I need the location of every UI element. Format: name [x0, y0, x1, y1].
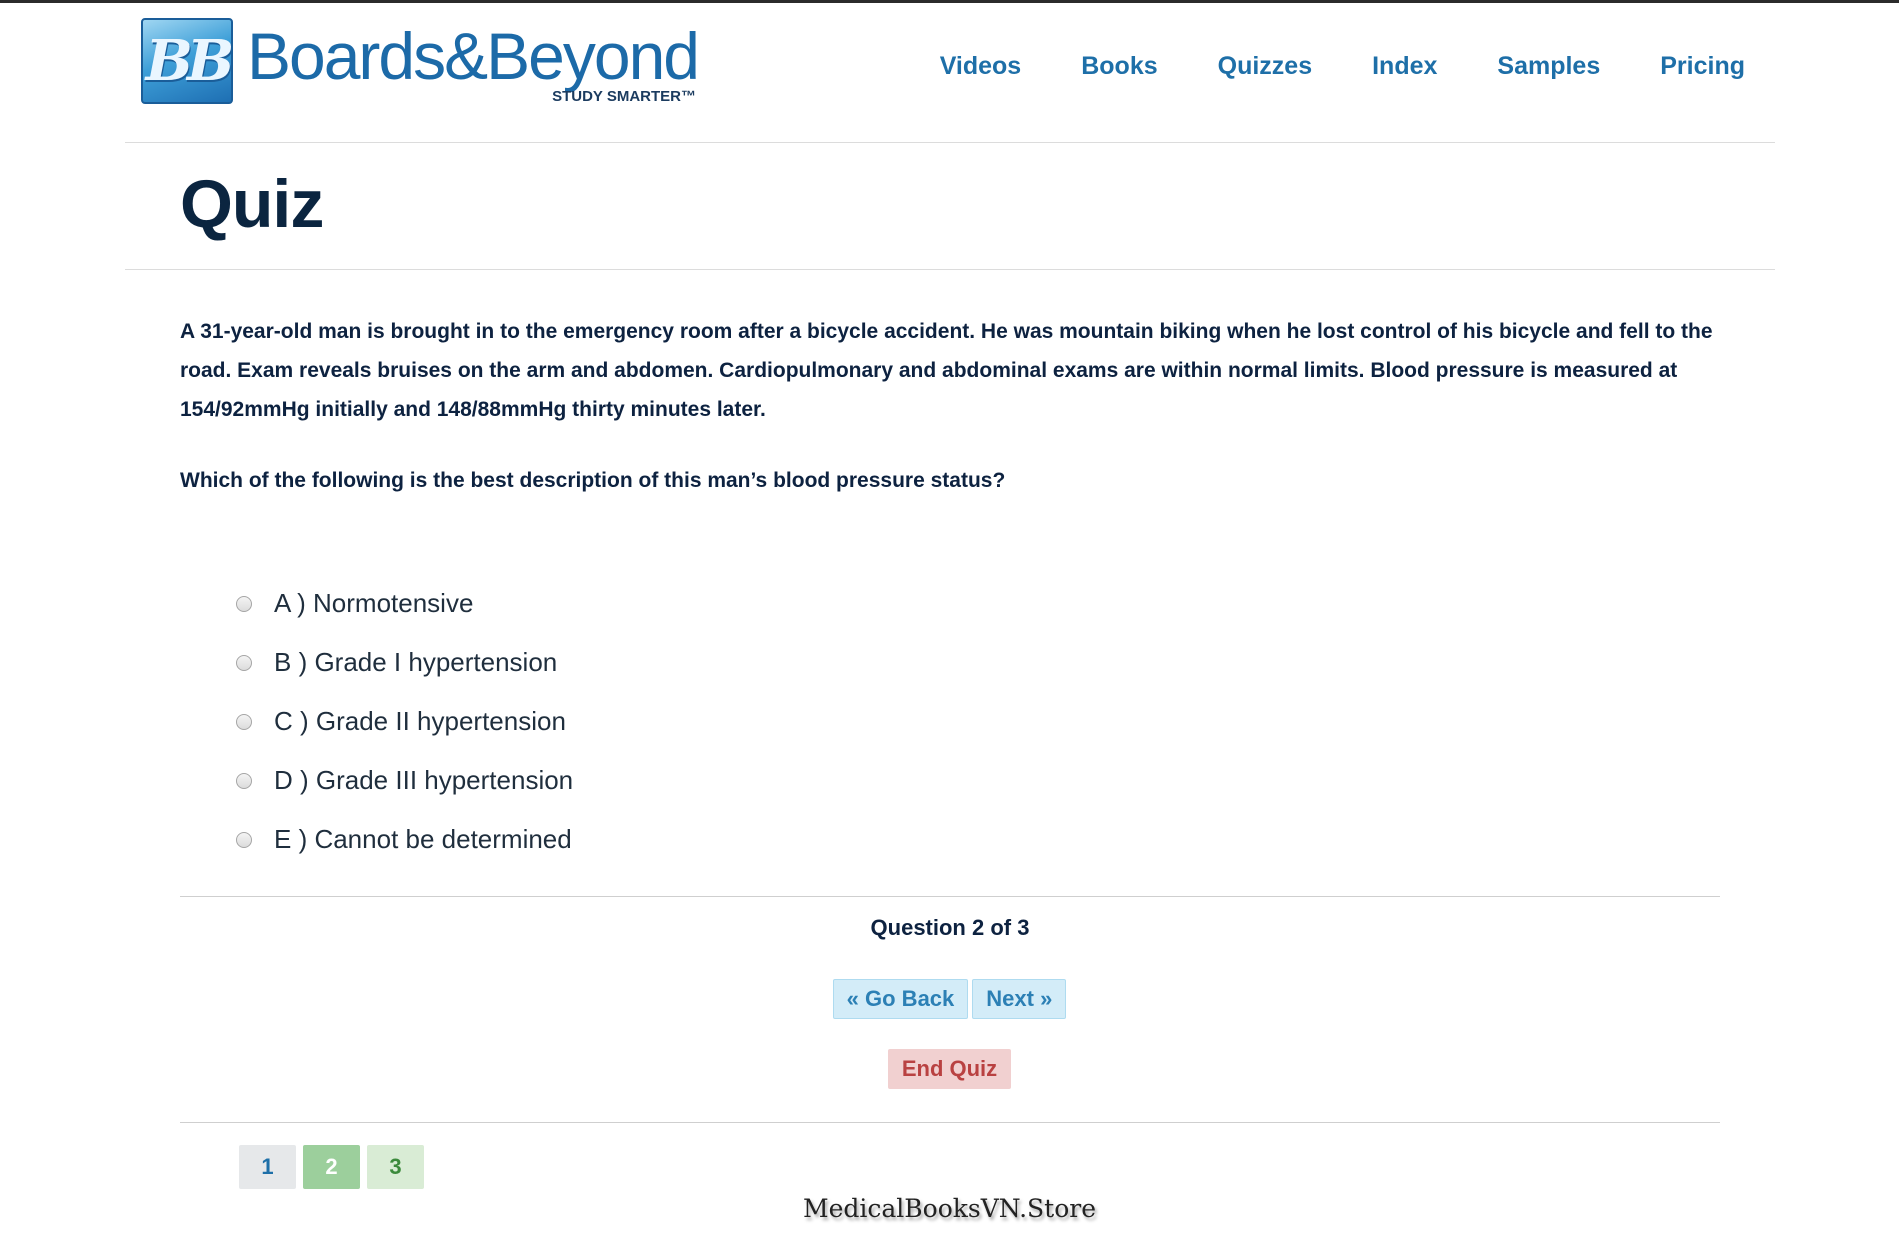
page-title: Quiz	[180, 166, 324, 242]
option-e-label[interactable]: E ) Cannot be determined	[274, 824, 572, 855]
question-prompt: Which of the following is the best descr…	[180, 469, 1006, 492]
option-d-label[interactable]: D ) Grade III hypertension	[274, 765, 573, 796]
end-quiz-button[interactable]: End Quiz	[887, 1049, 1012, 1089]
option-c-label[interactable]: C ) Grade II hypertension	[274, 706, 566, 737]
main-nav: Videos Books Quizzes Index Samples Prici…	[880, 52, 1745, 81]
nav-index[interactable]: Index	[1372, 52, 1437, 81]
logo-name: Boards&Beyond	[247, 19, 700, 93]
option-c-radio[interactable]	[236, 713, 252, 730]
nav-videos[interactable]: Videos	[940, 52, 1022, 81]
option-d[interactable]: D ) Grade III hypertension	[236, 751, 573, 810]
option-c[interactable]: C ) Grade II hypertension	[236, 692, 573, 751]
question-counter: Question 2 of 3	[870, 915, 1030, 940]
option-b-radio[interactable]	[236, 654, 252, 671]
question-pager: 1 2 3	[239, 1145, 431, 1189]
nav-pricing[interactable]: Pricing	[1660, 52, 1745, 81]
page-button-2-current[interactable]: 2	[303, 1145, 360, 1189]
watermark: MedicalBooksVN.Store	[803, 1194, 1096, 1223]
question-navigation: « Go Back Next »	[0, 979, 1899, 1019]
option-a-radio[interactable]	[236, 595, 252, 612]
end-quiz-wrap: End Quiz	[0, 1049, 1899, 1089]
logo-badge: BB	[141, 18, 234, 104]
page-button-3[interactable]: 3	[367, 1145, 424, 1189]
title-divider	[125, 269, 1775, 270]
nav-books[interactable]: Books	[1081, 52, 1157, 81]
question-stem: A 31-year-old man is brought in to the e…	[180, 320, 1713, 421]
top-border	[0, 0, 1899, 3]
pager-divider	[180, 1122, 1720, 1123]
options-divider	[180, 896, 1720, 897]
option-b[interactable]: B ) Grade I hypertension	[236, 633, 573, 692]
next-button[interactable]: Next »	[972, 979, 1067, 1019]
option-a-label[interactable]: A ) Normotensive	[274, 588, 473, 619]
page-button-1[interactable]: 1	[239, 1145, 296, 1189]
option-e[interactable]: E ) Cannot be determined	[236, 810, 573, 869]
option-d-radio[interactable]	[236, 772, 252, 789]
nav-quizzes[interactable]: Quizzes	[1218, 52, 1312, 81]
logo-tagline: STUDY SMARTER™	[552, 88, 696, 105]
answer-options: A ) Normotensive B ) Grade I hypertensio…	[236, 574, 573, 869]
site-logo[interactable]: BB Boards&Beyond STUDY SMARTER™	[141, 18, 700, 106]
option-e-radio[interactable]	[236, 831, 252, 848]
logo-wordmark: Boards&Beyond STUDY SMARTER™	[247, 18, 700, 105]
option-b-label[interactable]: B ) Grade I hypertension	[274, 647, 557, 678]
nav-samples[interactable]: Samples	[1497, 52, 1600, 81]
option-a[interactable]: A ) Normotensive	[236, 574, 573, 633]
go-back-button[interactable]: « Go Back	[832, 979, 969, 1019]
header-divider	[125, 142, 1775, 143]
